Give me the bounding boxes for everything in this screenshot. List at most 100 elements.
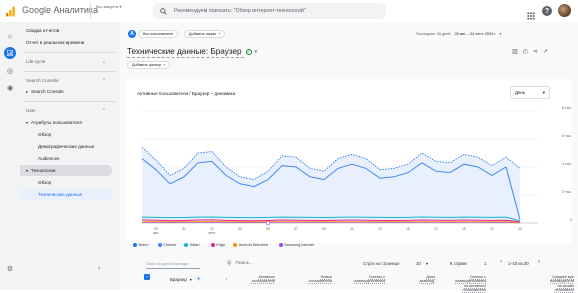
x-tick-label: 05: [262, 227, 274, 231]
column-header-active-users[interactable]: Активные пользователи: [239, 275, 275, 284]
app-title: Google Аналитика: [22, 5, 98, 15]
add-dimension-icon[interactable]: +: [197, 276, 201, 283]
y-tick-label: 2 тыс.: [562, 190, 572, 194]
column-header-label: Сеансы с взаимодействием: [354, 275, 385, 283]
sort-desc-icon: ↓: [225, 276, 228, 282]
sidebar-item-audiences[interactable]: Audiences: [20, 153, 120, 164]
legend-item[interactable]: Samsung Internet: [279, 243, 314, 247]
divider: [90, 3, 91, 19]
sidebar-item-technology[interactable]: ▾Технологии: [20, 165, 112, 176]
legend-item[interactable]: Android Webview: [233, 243, 268, 247]
search-bar[interactable]: Рекомендуем поискать: "Обзор интернет-те…: [153, 3, 386, 19]
collapse-sidebar-icon[interactable]: ‹: [98, 265, 100, 272]
sidebar-item-label: Сводка отчетов: [26, 28, 59, 33]
legend-swatch: [279, 243, 283, 247]
column-header-engagement-rate[interactable]: Доля взаимод.: [395, 275, 435, 284]
advertising-icon[interactable]: ◉: [5, 83, 15, 93]
table-search[interactable]: ⚲ Поиск...: [227, 260, 253, 267]
reports-icon[interactable]: [4, 47, 16, 59]
divider: [24, 71, 116, 72]
line-chart: [120, 22, 578, 290]
chevron-down-icon: ⌄: [102, 59, 106, 65]
avatar[interactable]: [558, 4, 571, 17]
x-tick-label: 17: [430, 227, 442, 231]
legend-swatch: [211, 243, 215, 247]
legend-swatch: [184, 243, 188, 247]
legend-label: Всего: [139, 243, 149, 247]
y-tick-label: 6 тыс.: [562, 134, 572, 138]
rows-per-page-value: 10: [416, 261, 421, 266]
x-tick-label: 13: [374, 227, 386, 231]
sidebar-item-demographics[interactable]: Демографические данные: [20, 141, 120, 152]
legend-label: Samsung Internet: [284, 243, 314, 247]
x-tick-label: 21: [486, 227, 498, 231]
pagination-text: 1–10 из 20: [508, 261, 529, 266]
sidebar-item-label: Search Console: [26, 78, 59, 83]
sidebar-section-life-cycle[interactable]: Life cycle⌄: [20, 56, 120, 67]
sidebar-item-label: User: [26, 108, 36, 113]
sidebar-item-search-console[interactable]: ▸Search Console: [20, 86, 120, 97]
sidebar-item-reports-snapshot[interactable]: Сводка отчетов: [20, 25, 120, 36]
search-icon: ⚲: [227, 260, 231, 267]
next-page-icon[interactable]: ›: [538, 259, 540, 265]
home-icon[interactable]: ⌂: [5, 31, 15, 41]
sidebar-item-label: Демографические данные: [38, 144, 94, 149]
chevron-down-icon: ▾: [190, 277, 192, 282]
help-icon[interactable]: ?: [542, 6, 552, 16]
column-header-engaged-sessions[interactable]: Сеансы с взаимодействием: [337, 275, 385, 284]
goto-row-input[interactable]: 1: [484, 261, 486, 266]
account-label: Все аккаунты: [96, 5, 118, 9]
prev-page-icon[interactable]: ‹: [500, 259, 502, 265]
legend-item[interactable]: Всего: [133, 243, 148, 247]
rows-per-page-select[interactable]: 10 ▾: [416, 261, 428, 266]
dimension-search-placeholder: Поиск на данной вкладке: [146, 262, 188, 266]
y-tick-label: 0: [570, 218, 572, 222]
dimension-search-input[interactable]: Поиск на данной вкладке: [146, 260, 200, 269]
main-content: A Все пользователи Добавить акцию+ После…: [120, 22, 578, 290]
sidebar-section-search-console[interactable]: Search Console⌃: [20, 75, 120, 86]
table-search-placeholder: Поиск...: [235, 261, 252, 266]
sidebar-item-tech-details[interactable]: Технические данные: [20, 189, 112, 200]
legend-label: Edge: [216, 243, 225, 247]
account-selector[interactable]: Все аккаунты ▾: [96, 4, 121, 9]
dimension-header[interactable]: Браузер ▾ +: [170, 276, 201, 283]
legend-item[interactable]: Safari: [184, 243, 199, 247]
chevron-down-icon: ▾: [426, 261, 428, 266]
sidebar-item-label: Отчет в реальном времени: [26, 40, 84, 45]
series-area-total: [142, 147, 520, 223]
sidebar-item-label: Audiences: [38, 156, 59, 161]
search-placeholder: Рекомендуем поискать: "Обзор интернет-те…: [174, 8, 306, 14]
legend-swatch: [133, 243, 137, 247]
column-header-label: Активные пользователи: [252, 275, 275, 283]
gear-icon[interactable]: ⚙: [5, 264, 15, 274]
chevron-up-icon: ⌃: [102, 108, 106, 114]
left-rail: ⌂ ◎ ◉ ⚙: [0, 22, 20, 290]
x-tick-label: 11: [346, 227, 358, 231]
sidebar-item-label: Обзор: [38, 180, 51, 185]
dimension-header-label: Браузер: [170, 277, 187, 282]
x-tick-label: 15: [402, 227, 414, 231]
sidebar-item-tech-overview[interactable]: Обзор: [20, 177, 120, 188]
rows-per-page-label: Строк на странице:: [363, 261, 401, 266]
sidebar-item-label: Атрибуты пользователя: [31, 120, 82, 125]
legend-swatch: [158, 243, 162, 247]
sidebar-item-overview[interactable]: Обзор: [20, 129, 120, 140]
search-icon: [160, 8, 167, 15]
apps-grid-icon[interactable]: [527, 7, 535, 15]
x-tick-label: 01 сент.: [206, 227, 218, 235]
divider: [24, 101, 116, 102]
sidebar-nav: Сводка отчетов Отчет в реальном времени …: [20, 22, 120, 290]
legend-item[interactable]: Edge: [211, 243, 225, 247]
x-tick-label: 03: [234, 227, 246, 231]
legend-swatch: [233, 243, 237, 247]
annotation-marker[interactable]: [266, 221, 270, 225]
column-header-new-users[interactable]: Новые пользователи: [286, 275, 332, 284]
select-all-checkbox[interactable]: –: [144, 274, 150, 280]
explore-icon[interactable]: ◎: [5, 66, 15, 76]
sidebar-section-user[interactable]: User ⌃: [20, 105, 120, 116]
sidebar-item-realtime[interactable]: Отчет в реальном времени: [20, 37, 120, 48]
caret-down-icon: ▾: [26, 168, 28, 173]
sidebar-item-user-attributes[interactable]: ▾Атрибуты пользователя: [20, 117, 120, 128]
sidebar-item-label: Search Console: [31, 89, 64, 94]
legend-item[interactable]: Chrome: [158, 243, 177, 247]
